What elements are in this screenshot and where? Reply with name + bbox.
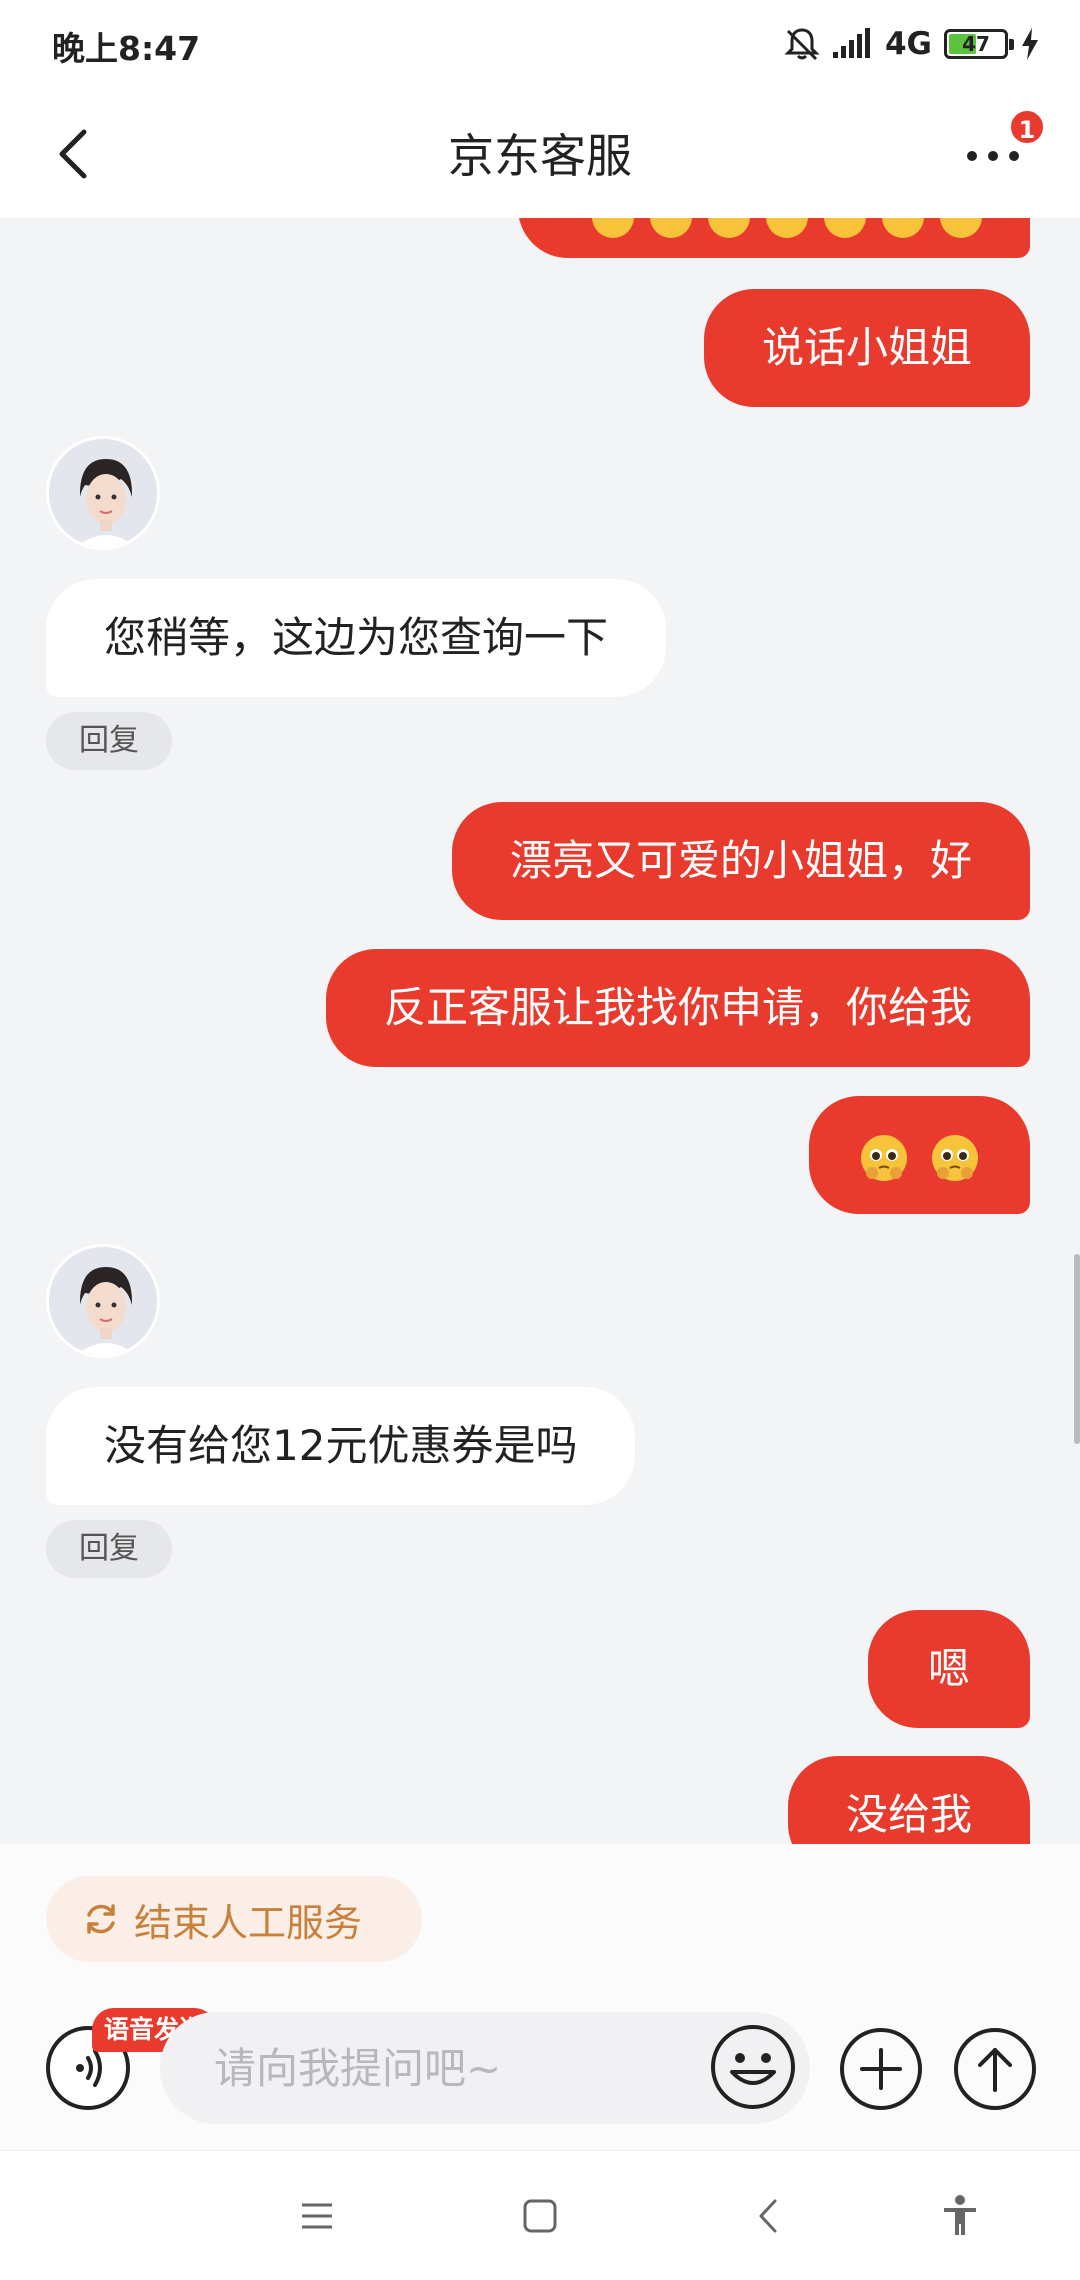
reply-button[interactable]: 回复	[46, 1520, 172, 1578]
message-bubble-outgoing[interactable]: 说话小姐姐	[703, 289, 1030, 407]
pleading-face-icon	[932, 1134, 978, 1181]
message-input[interactable]	[214, 2012, 644, 2124]
chat-area[interactable]: 说话小姐姐 您稍等，这边为您查询一下 回复 漂亮又可爱的小姐姐，好 反正客服让我…	[0, 218, 1080, 1844]
status-time: 晚上8:47	[52, 29, 201, 68]
emoji-icon[interactable]	[708, 2022, 798, 2112]
signal-icon	[832, 28, 870, 58]
scrollbar[interactable]	[1074, 1254, 1080, 1444]
agent-avatar[interactable]	[46, 436, 160, 550]
accessibility-icon[interactable]	[935, 2191, 985, 2241]
send-arrow-icon[interactable]	[952, 2026, 1038, 2112]
refresh-icon	[87, 1904, 115, 1934]
input-panel: 结束人工服务 语音发送	[0, 1844, 1080, 2150]
end-service-button[interactable]: 结束人工服务	[46, 1876, 422, 1962]
message-input-box[interactable]	[160, 2012, 810, 2124]
battery-icon: 47	[944, 29, 1014, 59]
emoji-icon	[940, 218, 982, 238]
charging-icon	[1022, 28, 1038, 60]
message-bubble-outgoing[interactable]: 漂亮又可爱的小姐姐，好	[451, 802, 1030, 920]
notification-badge: 1	[1008, 108, 1046, 146]
chat-header: 京东客服 1	[0, 90, 1080, 218]
nav-back-icon[interactable]	[743, 2191, 793, 2241]
page-title: 京东客服	[448, 129, 632, 183]
menu-icon[interactable]	[292, 2191, 342, 2241]
message-bubble-emoji-row[interactable]	[518, 218, 1030, 258]
message-bubble-incoming[interactable]: 没有给您12元优惠券是吗	[46, 1387, 636, 1505]
emoji-icon	[882, 218, 924, 238]
message-bubble-outgoing[interactable]: 嗯	[867, 1610, 1030, 1728]
emoji-icon	[766, 218, 808, 238]
emoji-icon	[592, 218, 634, 238]
plus-icon[interactable]	[838, 2026, 924, 2112]
home-icon[interactable]	[515, 2191, 565, 2241]
emoji-icon	[708, 218, 750, 238]
message-bubble-emoji[interactable]	[808, 1096, 1030, 1214]
message-bubble-outgoing[interactable]: 没给我	[787, 1756, 1030, 1844]
message-bubble-incoming[interactable]: 您稍等，这边为您查询一下	[46, 579, 667, 697]
pleading-face-icon	[860, 1134, 907, 1181]
mute-bell-icon	[784, 28, 820, 61]
emoji-icon	[824, 218, 866, 238]
status-icons: 4G 47	[783, 22, 1040, 66]
emoji-icon	[650, 218, 692, 238]
network-type: 4G	[884, 26, 932, 62]
battery-percent: 47	[962, 32, 990, 56]
end-service-label: 结束人工服务	[134, 1900, 363, 1945]
system-nav-bar	[0, 2150, 1080, 2280]
agent-avatar[interactable]	[46, 1244, 160, 1358]
message-bubble-outgoing[interactable]: 反正客服让我找你申请，你给我	[325, 949, 1030, 1067]
reply-button[interactable]: 回复	[46, 712, 172, 770]
status-bar: 晚上8:47 4G 47	[0, 0, 1080, 90]
